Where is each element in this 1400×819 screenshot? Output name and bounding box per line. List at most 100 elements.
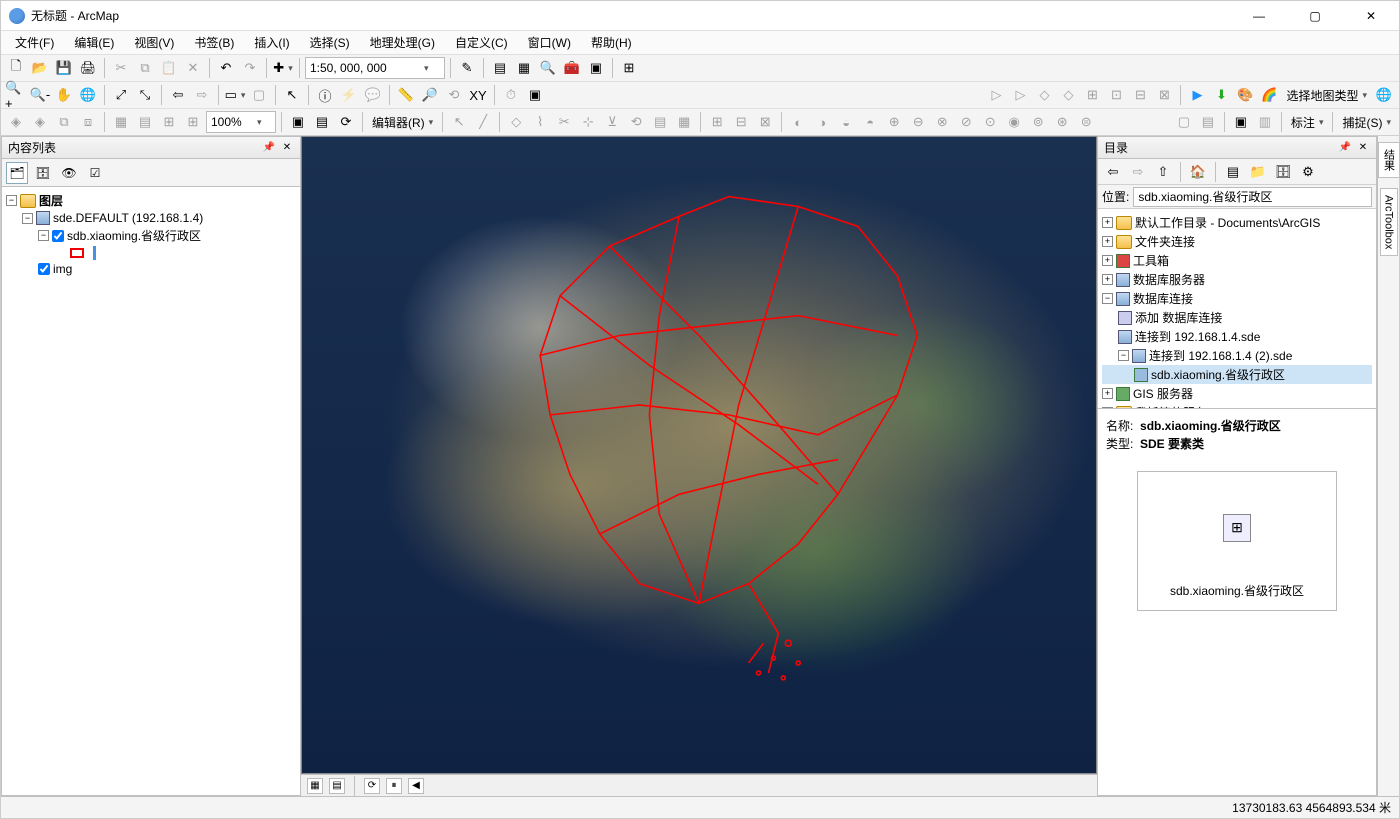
zoom-pct-input[interactable] [211,115,253,129]
play-icon[interactable]: ▶ [1186,84,1208,106]
twister-icon[interactable]: + [1102,274,1113,285]
cat-gis-servers[interactable]: GIS 服务器 [1133,385,1193,402]
html-popup-icon[interactable]: 💬 [362,84,384,106]
time-slider-icon[interactable]: ⏱ [500,84,522,106]
toc-root-label[interactable]: 图层 [39,192,63,209]
save-icon[interactable]: 💾 [53,57,75,79]
twister-icon[interactable]: − [1118,350,1129,361]
cat-up-icon[interactable]: ⇧ [1152,161,1174,183]
editor-dropdown[interactable]: 编辑器(R)▾ [368,114,437,131]
pan-icon[interactable]: ✋ [53,84,75,106]
cogo10-icon[interactable]: ◉ [1003,111,1025,133]
cat-add-db[interactable]: 添加 数据库连接 [1135,309,1222,326]
add-data-icon[interactable]: ✚▾ [272,57,294,79]
editor-toolbar-icon[interactable]: ✎ [456,57,478,79]
labeling-dropdown[interactable]: 标注▾ [1287,114,1328,131]
zoom-pct-combo[interactable]: ▾ [206,111,276,133]
anno2-icon[interactable]: ▤ [1197,111,1219,133]
twister-icon[interactable]: + [1102,217,1113,228]
select-map-type-dropdown[interactable]: 选择地图类型▾ [1282,87,1371,104]
edit-tool-icon[interactable]: ↖ [448,111,470,133]
arctoolbox-icon[interactable]: 🧰 [561,57,583,79]
cat-fwd-icon[interactable]: ⇨ [1127,161,1149,183]
twister-icon[interactable]: + [1102,255,1113,266]
toc-tab-visibility[interactable]: 👁 [58,162,80,184]
edit-sketch-icon[interactable]: ▦ [673,111,695,133]
twister-icon[interactable]: − [6,195,17,206]
nav-tool8-icon[interactable]: ⊠ [1153,84,1175,106]
polygon-symbol-icon[interactable] [70,248,84,258]
palette-icon[interactable]: 🎨 [1234,84,1256,106]
pause-drawing-icon[interactable]: ⏸ [386,778,402,794]
cogo6-icon[interactable]: ⊖ [907,111,929,133]
cogo11-icon[interactable]: ⊚ [1027,111,1049,133]
cut-icon[interactable]: ✂ [110,57,132,79]
snapping-dropdown[interactable]: 捕捉(S)▾ [1338,114,1395,131]
nav-tool6-icon[interactable]: ⊡ [1105,84,1127,106]
menu-file[interactable]: 文件(F) [7,32,62,53]
minimize-button[interactable]: — [1239,3,1279,29]
topo3-icon[interactable]: ⊠ [754,111,776,133]
cogo13-icon[interactable]: ⊜ [1075,111,1097,133]
forward-extent-icon[interactable]: ⇨ [191,84,213,106]
cogo1-icon[interactable]: ◐ [787,111,809,133]
cogo7-icon[interactable]: ⊗ [931,111,953,133]
maximize-button[interactable]: ▢ [1295,3,1335,29]
back-extent-icon[interactable]: ⇦ [167,84,189,106]
toc-close-icon[interactable]: ✕ [280,141,294,155]
menu-help[interactable]: 帮助(H) [583,32,640,53]
cat-options-icon[interactable]: ⚙ [1297,161,1319,183]
line-symbol-icon[interactable] [93,246,96,260]
side-tab-results[interactable]: 结果 [1378,142,1400,178]
full-extent-icon[interactable]: 🌐 [77,84,99,106]
zoom-in-icon[interactable]: 🔍+ [5,84,27,106]
map-scale-combo[interactable]: ▾ [305,57,445,79]
nav-tool5-icon[interactable]: ⊞ [1081,84,1103,106]
anno4-icon[interactable]: ▥ [1254,111,1276,133]
fixed-zoom-out-icon[interactable]: ⤡ [134,84,156,106]
redo-icon[interactable]: ↷ [239,57,261,79]
menu-selection[interactable]: 选择(S) [302,32,358,53]
catalog-window-icon[interactable]: ▦ [513,57,535,79]
map-scale-input[interactable] [310,61,420,75]
menu-geoprocessing[interactable]: 地理处理(G) [362,32,443,53]
menu-bookmarks[interactable]: 书签(B) [186,32,242,53]
toc-tab-selection[interactable]: ☑ [84,162,106,184]
geo-tool6-icon[interactable]: ▤ [134,111,156,133]
catalog-close-icon[interactable]: ✕ [1356,141,1370,155]
open-icon[interactable]: 📂 [29,57,51,79]
toc-tab-drawing-order[interactable]: 🗂 [6,162,28,184]
edit-split-icon[interactable]: ⊹ [577,111,599,133]
paste-icon[interactable]: 📋 [158,57,180,79]
cat-conn2[interactable]: 连接到 192.168.1.4 (2).sde [1149,347,1292,364]
side-tab-arctoolbox[interactable]: ArcToolbox [1380,188,1398,256]
measure-icon[interactable]: 📏 [395,84,417,106]
cat-connect-db-icon[interactable]: 🗄 [1272,161,1294,183]
toc-tree[interactable]: −图层 −sde.DEFAULT (192.168.1.4) −sdb.xiao… [2,187,300,795]
new-doc-icon[interactable]: 🗋 [5,57,27,79]
menu-view[interactable]: 视图(V) [126,32,182,53]
edit-reshape-icon[interactable]: ⌇ [529,111,551,133]
cogo9-icon[interactable]: ⊙ [979,111,1001,133]
refresh-view-icon[interactable]: ⟳ [364,778,380,794]
twister-icon[interactable]: − [1102,293,1113,304]
topo2-icon[interactable]: ⊟ [730,111,752,133]
edit-cut-icon[interactable]: ✂ [553,111,575,133]
location-input[interactable] [1133,187,1372,207]
select-features-icon[interactable]: ▭▾ [224,84,246,106]
map-canvas[interactable] [301,136,1097,774]
cogo4-icon[interactable]: ◓ [859,111,881,133]
zoom-out-icon[interactable]: 🔍- [29,84,51,106]
anno3-icon[interactable]: ▣ [1230,111,1252,133]
cat-db-connections[interactable]: 数据库连接 [1133,290,1193,307]
menu-windows[interactable]: 窗口(W) [520,32,579,53]
geo-tool1-icon[interactable]: ◈ [5,111,27,133]
search-window-icon[interactable]: 🔍 [537,57,559,79]
copy-icon[interactable]: ⧉ [134,57,156,79]
cogo2-icon[interactable]: ◑ [811,111,833,133]
nav-tool-icon[interactable]: ▷ [985,84,1007,106]
geo-tool3-icon[interactable]: ⧉ [53,111,75,133]
select-elements-icon[interactable]: ↖ [281,84,303,106]
geo-tool4-icon[interactable]: ⧈ [77,111,99,133]
twister-icon[interactable]: + [1102,236,1113,247]
